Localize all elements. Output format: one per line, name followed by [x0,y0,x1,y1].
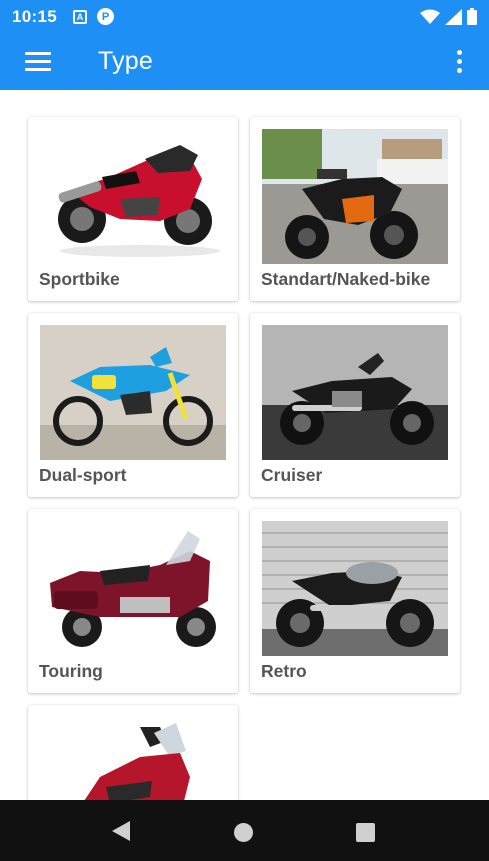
page-title: Type [98,47,153,75]
signal-icon [445,8,462,25]
touring-photo [40,521,226,656]
font-accessibility-icon: A [72,9,87,24]
type-card-naked-bike[interactable]: Standart/Naked-bike [250,117,460,301]
system-nav-bar [0,800,489,861]
p-notification-icon: P [96,8,114,25]
scooter-photo [40,717,226,800]
status-notification-icons: A P [72,8,114,25]
type-card-retro[interactable]: Retro [250,509,460,693]
type-card-touring[interactable]: Touring [28,509,238,693]
type-card-cruiser[interactable]: Cruiser [250,313,460,497]
status-system-icons [420,8,477,25]
status-bar: 10:15 A P [0,0,489,33]
naked-bike-photo [262,129,448,264]
dual-sport-photo [40,325,226,460]
recents-icon[interactable] [356,823,375,842]
battery-icon [467,8,477,25]
type-card-label: Dual-sport [39,465,127,485]
type-card-scooter[interactable] [28,705,238,800]
home-icon[interactable] [234,823,253,842]
type-card-label: Retro [261,661,307,681]
type-card-label: Standart/Naked-bike [261,269,431,289]
type-card-sportbike[interactable]: Sportbike [28,117,238,301]
app-bar: Type [0,33,489,90]
wifi-icon [420,9,440,24]
status-time: 10:15 [12,6,57,26]
type-card-label: Sportbike [39,269,120,289]
hamburger-menu-icon[interactable] [14,37,64,87]
more-vertical-icon[interactable] [447,42,471,82]
back-icon[interactable] [112,821,130,841]
type-card-label: Touring [39,661,103,681]
app-window: 10:15 A P Type Sportbike Standart/Naked-… [0,0,489,861]
type-grid: Sportbike Standart/Naked-bike Dual-sport… [0,90,489,800]
sportbike-photo [40,129,226,264]
type-card-label: Cruiser [261,465,323,485]
type-card-dual-sport[interactable]: Dual-sport [28,313,238,497]
cruiser-photo [262,325,448,460]
retro-photo [262,521,448,656]
